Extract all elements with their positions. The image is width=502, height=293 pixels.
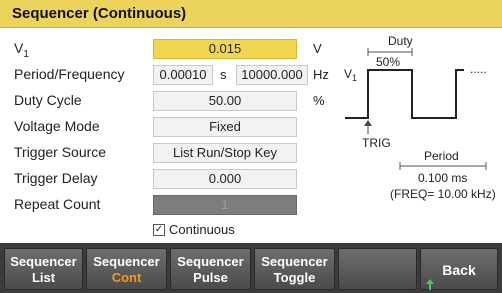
softkey-blank[interactable] (338, 248, 417, 290)
softkey-line1: Sequencer (10, 254, 77, 269)
softkey-sequencer-list[interactable]: Sequencer List (4, 248, 83, 290)
period-value: 0.100 ms (418, 171, 467, 185)
v1-unit: V (313, 41, 322, 56)
trigger-delay-label: Trigger Delay (14, 170, 98, 186)
v1-label-sub: 1 (23, 48, 29, 60)
trigger-source-field[interactable]: List Run/Stop Key (153, 143, 297, 163)
trig-label: TRIG (362, 136, 391, 150)
softkey-line1: Sequencer (93, 254, 160, 269)
softkey-line2: Toggle (273, 270, 316, 285)
trigger-source-label: Trigger Source (14, 144, 107, 160)
checkmark-icon[interactable]: ✓ (153, 223, 165, 236)
frequency-unit: Hz (313, 67, 329, 82)
repeat-count-label: Repeat Count (14, 196, 101, 212)
period-unit: s (220, 67, 227, 82)
period-frequency-label: Period/Frequency (14, 66, 125, 82)
period-field[interactable]: 0.00010 (153, 65, 213, 85)
softkey-sequencer-cont[interactable]: Sequencer Cont (86, 248, 167, 290)
continuation-dots: ..... (470, 62, 487, 76)
continuous-label: Continuous (169, 222, 235, 237)
v1-label: V1 (14, 40, 29, 60)
softkey-line1: Sequencer (261, 254, 328, 269)
diagram-v1-label: V1 (344, 67, 357, 83)
duty-cycle-label: Duty Cycle (14, 92, 82, 108)
softkey-line2: Pulse (193, 270, 228, 285)
repeat-count-field: 1 (153, 195, 297, 215)
period-label: Period (424, 149, 459, 163)
continuous-checkbox[interactable]: ✓ Continuous (153, 222, 235, 237)
trigger-delay-field[interactable]: 0.000 (153, 169, 297, 189)
softkey-sequencer-toggle[interactable]: Sequencer Toggle (254, 248, 335, 290)
page-title: Sequencer (Continuous) (12, 5, 187, 22)
frequency-readout: (FREQ= 10.00 kHz) (390, 187, 496, 201)
frequency-field[interactable]: 10000.000 (236, 65, 308, 85)
v1-field[interactable]: 0.015 (153, 39, 297, 59)
duty-label: Duty (388, 36, 413, 48)
up-arrow-icon (426, 279, 434, 290)
duty-percent-label: 50% (376, 55, 400, 69)
trig-arrow-head-icon (364, 120, 372, 126)
softkey-sequencer-pulse[interactable]: Sequencer Pulse (170, 248, 251, 290)
waveform-diagram: Duty 50% V1 ..... TRIG Period 0.100 ms (… (344, 36, 496, 201)
softkey-line2: List (31, 270, 56, 285)
title-bar: Sequencer (Continuous) (0, 0, 502, 28)
v1-label-main: V (14, 40, 24, 56)
back-label: Back (442, 262, 476, 278)
voltage-mode-label: Voltage Mode (14, 118, 100, 134)
softkey-line2-selected: Cont (111, 270, 142, 285)
duty-cycle-unit: % (313, 93, 325, 108)
duty-cycle-field[interactable]: 50.00 (153, 91, 297, 111)
voltage-mode-field[interactable]: Fixed (153, 117, 297, 137)
softkey-line1: Sequencer (177, 254, 244, 269)
pulse-waveform (345, 69, 464, 119)
